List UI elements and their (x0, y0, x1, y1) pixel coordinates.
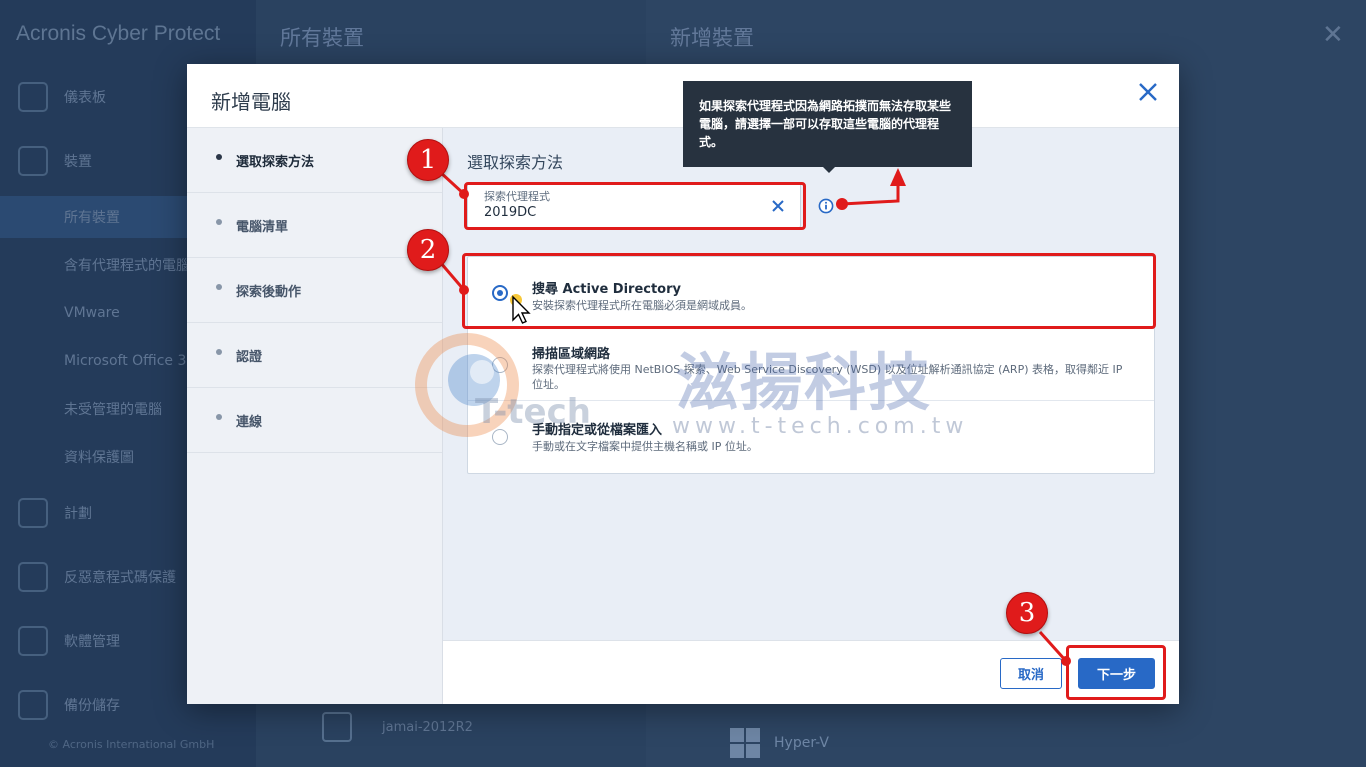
annotation-badge-1: 1 (407, 139, 449, 181)
annotation-arrows (438, 168, 1071, 666)
annotation-badge-2: 2 (407, 229, 449, 271)
annotation-badge-3: 3 (1006, 592, 1048, 634)
mouse-cursor-icon (510, 294, 531, 324)
